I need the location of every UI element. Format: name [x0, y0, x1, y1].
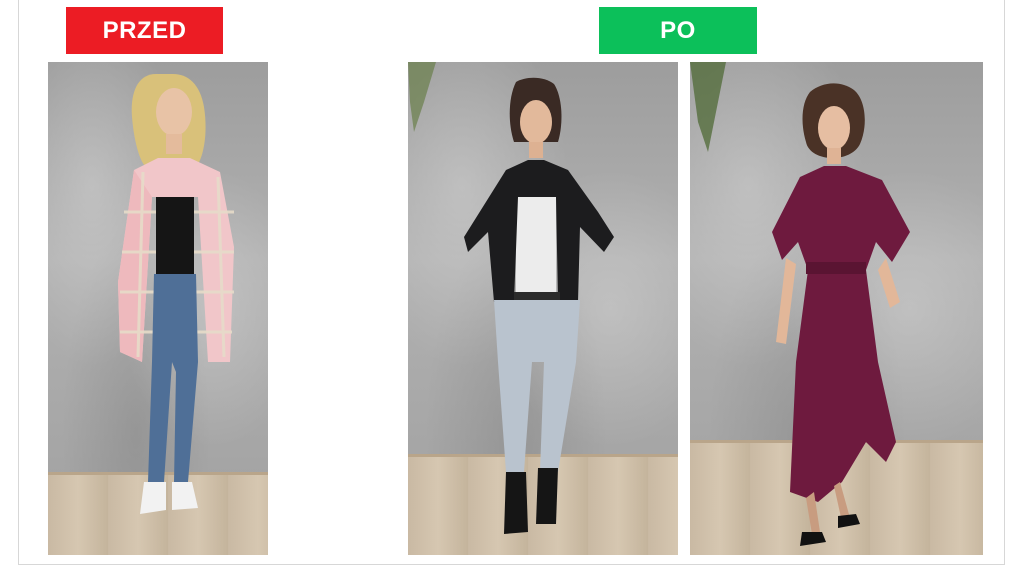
woman-leather-jacket-outfit [408, 62, 614, 534]
woman-burgundy-dress-outfit [690, 62, 910, 546]
before-label: PRZED [66, 7, 223, 54]
after-label: PO [599, 7, 757, 54]
before-photo [48, 62, 268, 555]
after-photo-jeans-look [408, 62, 678, 555]
woman-casual-outfit [118, 74, 234, 514]
after-photo-dress-look [690, 62, 983, 555]
